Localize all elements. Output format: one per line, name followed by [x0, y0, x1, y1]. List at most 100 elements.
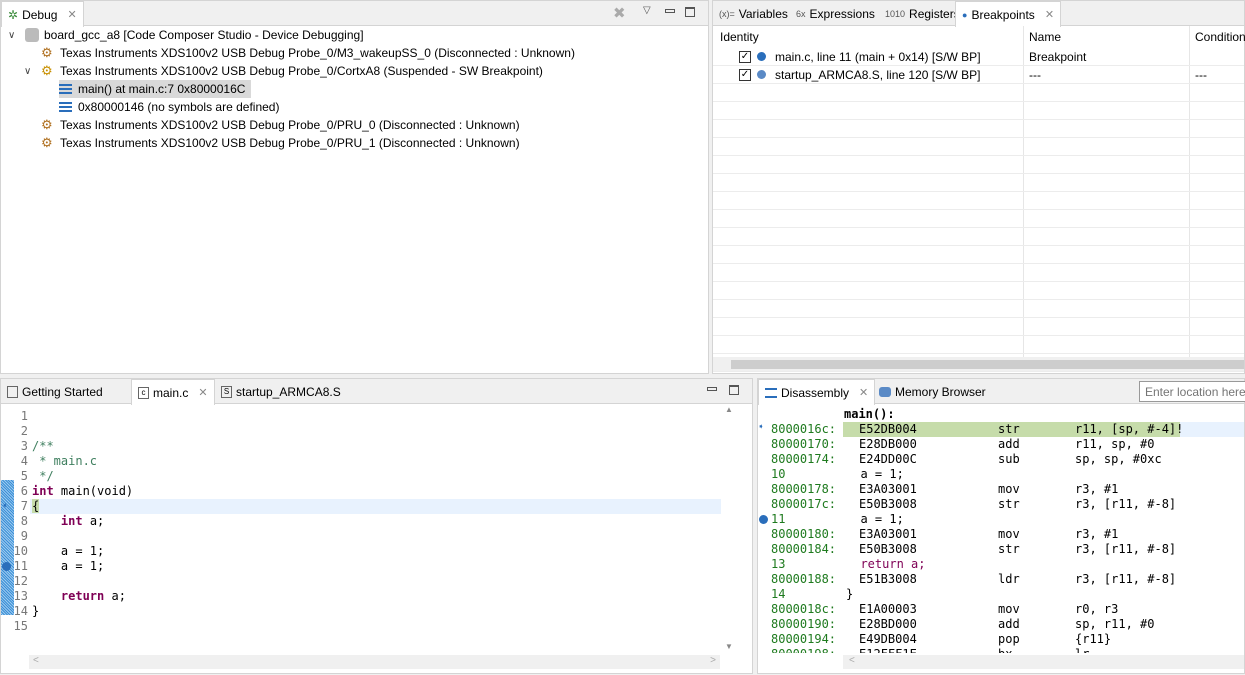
- horizontal-scrollbar[interactable]: <: [843, 655, 1244, 669]
- disassembly-line[interactable]: 80000184: E50B3008 str r3, [r11, #-8]: [758, 542, 1244, 557]
- breakpoints-view: (x)= Variables 6x Expressions 1010 Registers ●…: [712, 0, 1245, 374]
- disassembly-line[interactable]: 80000180: E3A03001 mov r3, #1: [758, 527, 1244, 542]
- tree-item[interactable]: main() at main.c:7 0x8000016C: [59, 80, 252, 98]
- editor-area: Getting Started c main.c ✕ Sstartup_ARMCA8.S…: [0, 378, 753, 674]
- disassembly-line[interactable]: 13 return a;: [758, 557, 1244, 572]
- operands: sp, sp, #0xc: [1075, 452, 1162, 466]
- disconnected-core-icon: ⚙: [41, 45, 53, 60]
- breakpoint-row[interactable]: ✓ main.c, line 11 (main + 0x14) [S/W BP] B…: [713, 48, 1244, 66]
- disassembly-line[interactable]: 8000017c: E50B3008 str r3, [r11, #-8]: [758, 497, 1244, 512]
- code-line: return a;: [60, 589, 126, 603]
- tree-item[interactable]: ⚙ Texas Instruments XDS100v2 USB Debug Pr…: [41, 44, 581, 62]
- address: 8000016c:: [771, 422, 837, 436]
- maximize-icon[interactable]: [685, 7, 695, 17]
- column-header[interactable]: Condition: [1195, 30, 1245, 44]
- remove-terminated-icon[interactable]: ✖: [613, 4, 626, 22]
- vertical-scrollbar[interactable]: ▲ ▼: [722, 405, 736, 655]
- tab-memory-browser[interactable]: Memory Browser: [873, 379, 992, 404]
- tab-label: Breakpoints: [971, 7, 1035, 22]
- operands: r11, [sp, #-4]!: [1075, 422, 1184, 436]
- source-line: }: [846, 587, 854, 601]
- disassembly-line[interactable]: 11 a = 1;: [758, 512, 1244, 527]
- disassembly-line[interactable]: main():: [758, 407, 1244, 422]
- disassembly-line[interactable]: 14}: [758, 587, 1244, 602]
- tab-expressions[interactable]: 6x Expressions: [790, 1, 881, 26]
- breakpoint-name: Breakpoint: [1029, 50, 1087, 64]
- minimize-icon[interactable]: [665, 9, 675, 13]
- tree-item-label: Texas Instruments XDS100v2 USB Debug Pro…: [60, 64, 543, 78]
- breakpoint-icon: [759, 515, 768, 524]
- code-line: */: [32, 469, 54, 483]
- tree-item[interactable]: ⚙ Texas Instruments XDS100v2 USB Debug Pr…: [41, 116, 526, 134]
- disassembly-line[interactable]: ➧ 8000016c: E52DB004 str r11, [sp, #-4]!: [758, 422, 1244, 437]
- empty-row: [713, 102, 1244, 120]
- breakpoint-checkbox[interactable]: ✓: [739, 69, 751, 81]
- close-icon[interactable]: ✕: [859, 386, 868, 399]
- code-line: * main.c: [32, 454, 98, 468]
- expressions-icon: 6x: [796, 8, 806, 19]
- tab-registers[interactable]: 1010 Registers: [879, 1, 966, 26]
- line-number: 11: [13, 559, 28, 573]
- close-icon[interactable]: ✕: [67, 8, 76, 21]
- disassembly-line[interactable]: 80000170: E28DB000 add r11, sp, #0: [758, 437, 1244, 452]
- view-menu-icon[interactable]: ▽: [643, 5, 651, 16]
- tab-breakpoints[interactable]: ● Breakpoints ✕: [955, 1, 1062, 27]
- tab-disassembly[interactable]: Disassembly ✕: [758, 379, 876, 405]
- location-input[interactable]: [1139, 381, 1245, 402]
- address: 80000188:: [771, 572, 837, 586]
- code-line: }: [32, 604, 40, 618]
- disassembly-line[interactable]: 80000198: E12FFF1E bx lr: [758, 647, 1244, 653]
- column-header[interactable]: Identity: [720, 30, 759, 44]
- disassembly-line[interactable]: 80000190: E28BD000 add sp, r11, #0: [758, 617, 1244, 632]
- tab-label: Memory Browser: [895, 384, 986, 399]
- disassembly-listing[interactable]: main(): ➧ 8000016c: E52DB004 str r11, [sp, #-…: [758, 407, 1244, 653]
- tab-variables[interactable]: (x)= Variables: [713, 1, 794, 26]
- editor-tabbar: Getting Started c main.c ✕ Sstartup_ARMCA8.S: [1, 379, 752, 405]
- tab-label: Variables: [738, 6, 788, 21]
- address: 80000170:: [771, 437, 837, 451]
- empty-row: [713, 246, 1244, 264]
- line-number: 9: [20, 529, 28, 543]
- tree-item[interactable]: ⚙ Texas Instruments XDS100v2 USB Debug Pr…: [41, 134, 526, 152]
- chevron-down-icon[interactable]: ∨: [24, 66, 31, 77]
- tab-startup-armca8-s[interactable]: Sstartup_ARMCA8.S: [215, 379, 347, 404]
- disassembly-line[interactable]: 80000188: E51B3008 ldr r3, [r11, #-8]: [758, 572, 1244, 587]
- disassembly-line[interactable]: 80000178: E3A03001 mov r3, #1: [758, 482, 1244, 497]
- line-number: 5: [20, 469, 28, 483]
- tree-item[interactable]: ⚙ Texas Instruments XDS100v2 USB Debug Pr…: [41, 62, 549, 80]
- tab-debug[interactable]: ✲ Debug ✕: [1, 1, 84, 27]
- disconnected-core-icon: ⚙: [41, 135, 53, 150]
- column-header[interactable]: Name: [1029, 30, 1061, 44]
- close-icon[interactable]: ✕: [198, 386, 207, 399]
- tab-main-c[interactable]: c main.c ✕: [131, 379, 215, 405]
- breakpoint-checkbox[interactable]: ✓: [739, 51, 751, 63]
- opcode: E28DB000: [859, 437, 917, 451]
- tree-item[interactable]: 0x80000146 (no symbols are defined): [59, 98, 285, 116]
- opcode: E51B3008: [859, 572, 917, 586]
- close-icon[interactable]: ✕: [1045, 8, 1054, 21]
- stack-frame-icon: [59, 82, 73, 96]
- tab-getting-started[interactable]: Getting Started: [1, 379, 109, 404]
- mnemonic: pop: [998, 632, 1020, 646]
- horizontal-scrollbar[interactable]: [713, 357, 1244, 371]
- maximize-icon[interactable]: [729, 385, 739, 395]
- chevron-down-icon[interactable]: ∨: [8, 30, 15, 41]
- horizontal-scrollbar[interactable]: < >: [29, 655, 720, 669]
- tree-item-label: Texas Instruments XDS100v2 USB Debug Pro…: [60, 136, 520, 150]
- disassembly-line[interactable]: 80000174: E24DD00C sub sp, sp, #0xc: [758, 452, 1244, 467]
- empty-row: [713, 336, 1244, 354]
- disconnected-core-icon: ⚙: [41, 117, 53, 132]
- disassembly-line[interactable]: 80000194: E49DB004 pop {r11}: [758, 632, 1244, 647]
- opcode: E28BD000: [859, 617, 917, 631]
- code-line: a = 1;: [32, 559, 105, 573]
- tab-label: main.c: [153, 385, 189, 400]
- operands: lr: [1075, 647, 1089, 653]
- code-editor[interactable]: 1 2 3/** 4 * main.c 5 */6 int main(void) ➧ 7{8 …: [1, 405, 721, 655]
- file-icon: c: [138, 386, 149, 399]
- breakpoint-identity: startup_ARMCA8.S, line 120 [S/W BP]: [775, 68, 981, 82]
- minimize-icon[interactable]: [707, 387, 717, 391]
- tree-item[interactable]: board_gcc_a8 [Code Composer Studio - Dev…: [25, 26, 370, 44]
- disassembly-line[interactable]: 10 a = 1;: [758, 467, 1244, 482]
- disassembly-line[interactable]: 8000018c: E1A00003 mov r0, r3: [758, 602, 1244, 617]
- breakpoint-row[interactable]: ✓ startup_ARMCA8.S, line 120 [S/W BP] --- -…: [713, 66, 1244, 84]
